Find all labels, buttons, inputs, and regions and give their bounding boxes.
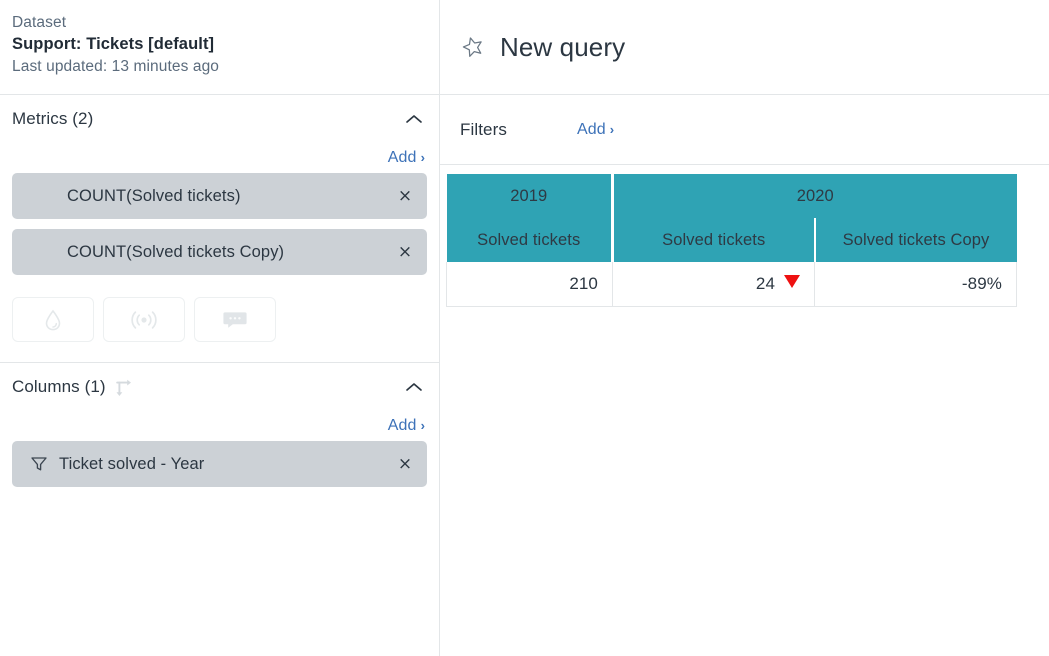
sub-header-cell[interactable]: Solved tickets	[613, 218, 815, 262]
metrics-add-button[interactable]: Add ›	[388, 149, 425, 167]
table-cell: 24	[613, 262, 815, 306]
columns-add-row: Add ›	[0, 411, 439, 441]
dataset-name[interactable]: Support: Tickets [default]	[12, 33, 439, 56]
metric-tool-buttons	[0, 285, 439, 342]
pivot-table-head: 2019 2020 Solved tickets Solved tickets …	[447, 174, 1017, 262]
signal-icon	[129, 309, 159, 331]
metric-pill-label: COUNT(Solved tickets Copy)	[12, 243, 397, 262]
group-header-cell[interactable]: 2019	[447, 174, 613, 218]
columns-add-button[interactable]: Add ›	[388, 417, 425, 435]
transpose-icon[interactable]	[114, 376, 135, 398]
metric-pill[interactable]: COUNT(Solved tickets) ×	[12, 173, 427, 219]
group-header-row: 2019 2020	[447, 174, 1017, 218]
metrics-add-label: Add	[388, 149, 417, 167]
metrics-add-row: Add ›	[0, 143, 439, 173]
chevron-right-icon: ›	[610, 123, 614, 136]
signal-button[interactable]	[103, 297, 185, 342]
comment-button[interactable]	[194, 297, 276, 342]
columns-section-title: Columns (1)	[12, 377, 106, 397]
columns-section-header[interactable]: Columns (1)	[0, 363, 439, 411]
app-root: Dataset Support: Tickets [default] Last …	[0, 0, 1049, 656]
droplet-button[interactable]	[12, 297, 94, 342]
dataset-info: Dataset Support: Tickets [default] Last …	[0, 0, 439, 95]
droplet-icon	[43, 308, 63, 332]
chevron-right-icon: ›	[421, 151, 425, 164]
filter-icon	[29, 455, 49, 473]
sub-header-cell[interactable]: Solved tickets Copy	[815, 218, 1017, 262]
chevron-up-icon[interactable]	[403, 376, 425, 398]
dataset-last-updated: Last updated: 13 minutes ago	[12, 56, 439, 78]
pivot-table-body: 210 24 -89%	[447, 262, 1017, 306]
pivot-table-wrap: 2019 2020 Solved tickets Solved tickets …	[440, 165, 1049, 307]
metrics-section-title: Metrics (2)	[12, 109, 93, 129]
column-pill[interactable]: Ticket solved - Year ×	[12, 441, 427, 487]
query-title[interactable]: New query	[500, 32, 625, 63]
table-cell: 210	[447, 262, 613, 306]
chevron-right-icon: ›	[421, 419, 425, 432]
filters-add-label: Add	[577, 121, 606, 139]
metrics-section: Metrics (2) Add › COUNT(Solved tickets) …	[0, 95, 439, 363]
chevron-up-icon[interactable]	[403, 108, 425, 130]
filters-label: Filters	[460, 120, 507, 140]
columns-section: Columns (1) Add ›	[0, 363, 439, 487]
sub-header-row: Solved tickets Solved tickets Solved tic…	[447, 218, 1017, 262]
remove-metric-icon[interactable]: ×	[397, 188, 413, 205]
metrics-section-header[interactable]: Metrics (2)	[0, 95, 439, 143]
remove-column-icon[interactable]: ×	[397, 456, 413, 473]
query-header: New query	[440, 0, 1049, 95]
metric-pill[interactable]: COUNT(Solved tickets Copy) ×	[12, 229, 427, 275]
star-outline-icon[interactable]	[460, 34, 486, 60]
filters-add-button[interactable]: Add ›	[577, 121, 614, 139]
left-sidebar: Dataset Support: Tickets [default] Last …	[0, 0, 440, 656]
table-cell: -89%	[815, 262, 1017, 306]
table-row: 210 24 -89%	[447, 262, 1017, 306]
pivot-table: 2019 2020 Solved tickets Solved tickets …	[446, 174, 1017, 307]
sub-header-cell[interactable]: Solved tickets	[447, 218, 613, 262]
column-pill-label: Ticket solved - Year	[59, 455, 397, 474]
remove-metric-icon[interactable]: ×	[397, 244, 413, 261]
cell-value: 24	[756, 274, 775, 294]
dataset-label: Dataset	[12, 12, 439, 33]
main-panel: New query Filters Add › 2019 2020 Solved…	[440, 0, 1049, 656]
trend-down-icon	[784, 275, 800, 288]
columns-add-label: Add	[388, 417, 417, 435]
metric-pill-label: COUNT(Solved tickets)	[12, 187, 397, 206]
comment-icon	[222, 309, 248, 331]
group-header-cell[interactable]: 2020	[613, 174, 1017, 218]
filters-bar: Filters Add ›	[440, 95, 1049, 165]
cell-content: 24	[613, 274, 800, 294]
